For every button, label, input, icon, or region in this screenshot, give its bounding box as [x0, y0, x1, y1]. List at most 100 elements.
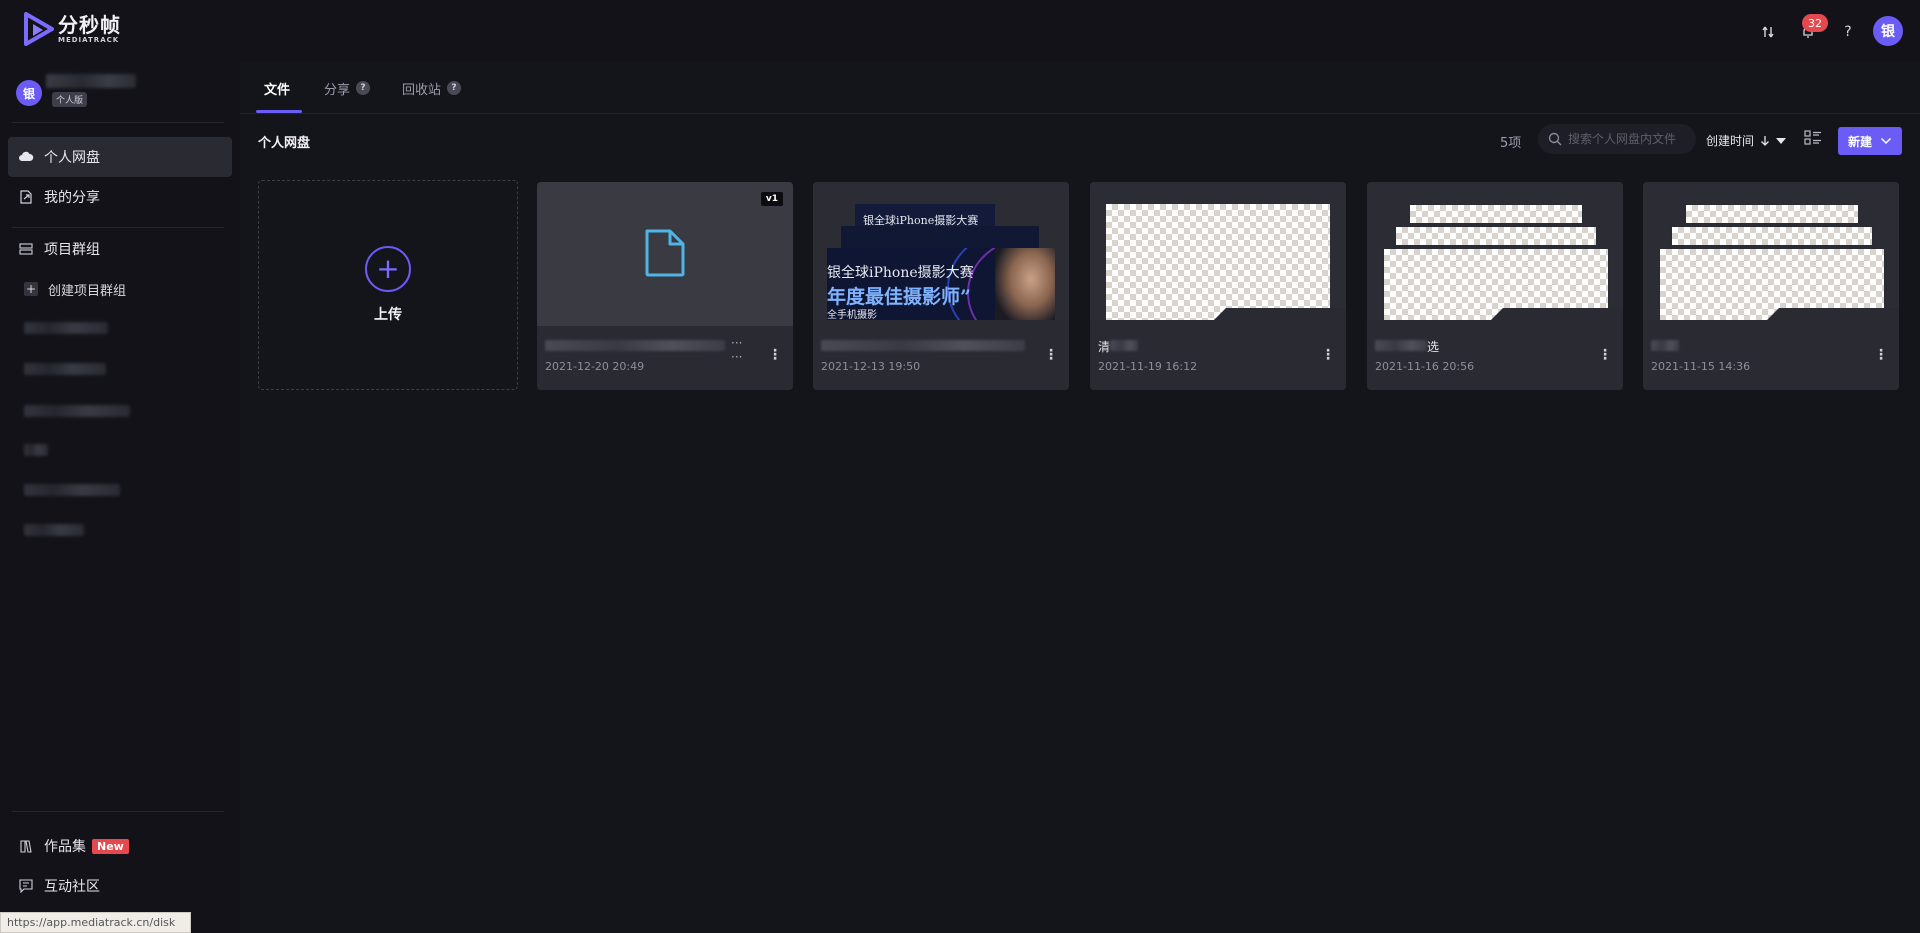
document-icon [645, 229, 685, 277]
status-bar-url: https://app.mediatrack.cn/disk [0, 912, 191, 933]
sidebar-item-portfolio[interactable]: 作品集 New [8, 826, 232, 866]
file-thumbnail [1643, 182, 1899, 326]
divider [12, 811, 224, 812]
item-count: 5项 [1500, 136, 1522, 151]
file-name [821, 338, 1025, 352]
search-input[interactable] [1568, 132, 1678, 146]
sort-label: 创建时间 [1706, 134, 1755, 148]
sidebar-item-project-groups[interactable]: 项目群组 [8, 229, 232, 269]
breadcrumb: 个人网盘 [258, 136, 311, 151]
poster-headline: 银全球iPhone摄影大赛 [827, 265, 974, 281]
sidebar-item-label: 个人网盘 [44, 150, 100, 166]
user-name-redacted [46, 74, 136, 88]
thumb-notch [1090, 308, 1346, 326]
share-icon [18, 189, 34, 205]
cloud-icon [18, 149, 34, 165]
app-logo[interactable]: 分秒帧 MEDIATRACK [24, 12, 121, 46]
file-card[interactable]: 2021-11-15 14:36 ⋮ [1643, 182, 1899, 390]
group-item-redacted[interactable] [24, 363, 106, 375]
top-bar: 分秒帧 MEDIATRACK 32 ? 银 [0, 0, 1920, 62]
sidebar-item-community[interactable]: 互动社区 [8, 866, 232, 906]
tab-label: 分享 [324, 82, 351, 98]
group-item-redacted[interactable] [24, 444, 48, 456]
group-item-redacted[interactable] [24, 524, 84, 536]
sidebar-item-my-shares[interactable]: 我的分享 [8, 177, 232, 217]
stack-sheet-middle [1671, 226, 1873, 246]
help-icon[interactable]: ? [1836, 20, 1860, 44]
file-name-suffix: 选 [1427, 340, 1440, 354]
file-name-redacted [545, 340, 725, 351]
tab-recycle-bin[interactable]: 回收站 ? [402, 62, 462, 114]
group-icon [18, 241, 34, 257]
community-icon [18, 878, 34, 894]
sidebar-item-label: 作品集 [44, 839, 86, 855]
toolbar: 个人网盘 5项 创建时间 新建 [240, 114, 1920, 168]
avatar[interactable]: 银 [1873, 16, 1903, 46]
stack-sheet-back [1409, 204, 1583, 224]
help-icon[interactable]: ? [447, 81, 462, 95]
user-avatar: 银 [16, 80, 42, 106]
search-box[interactable] [1538, 124, 1696, 154]
sort-dropdown[interactable]: 创建时间 [1706, 132, 1787, 149]
portfolio-icon [18, 838, 34, 854]
more-menu-icon[interactable]: ⋮ [767, 346, 783, 364]
file-card[interactable]: v1 ··· ··· 2021-12-20 20:49 ⋮ [537, 182, 793, 390]
group-item-redacted[interactable] [24, 484, 120, 496]
tab-files[interactable]: 文件 [264, 62, 290, 114]
upload-card[interactable]: + 上传 [258, 180, 518, 390]
search-icon [1548, 132, 1562, 146]
group-item-redacted[interactable] [24, 322, 108, 334]
file-card[interactable]: 银全球iPhone摄影大赛 银全球iPhone摄影大赛 年度最佳摄影师” 全手机… [813, 182, 1069, 390]
file-name: ··· ··· [545, 336, 745, 364]
file-card[interactable]: 清 2021-11-19 16:12 ⋮ [1090, 182, 1346, 390]
sidebar: 银 个人版 个人网盘 我的分享 项目群组 + 创建项目群组 作品集 New 互动… [0, 62, 240, 933]
file-card-footer: 清 2021-11-19 16:12 ⋮ [1090, 326, 1346, 390]
file-date: 2021-12-13 19:50 [821, 360, 921, 373]
file-card-footer: ··· ··· 2021-12-20 20:49 ⋮ [537, 326, 793, 390]
stack-sheet-middle [1395, 226, 1597, 246]
create-group-label: 创建项目群组 [48, 283, 127, 299]
list-view-icon[interactable] [1804, 130, 1824, 150]
upload-label: 上传 [374, 307, 402, 323]
ellipsis-icon: ··· ··· [731, 336, 743, 364]
file-card[interactable]: 选 2021-11-16 20:56 ⋮ [1367, 182, 1623, 390]
user-profile[interactable]: 银 个人版 [16, 74, 136, 107]
logo-mark-icon [24, 12, 54, 46]
more-menu-icon[interactable]: ⋮ [1873, 346, 1889, 364]
file-name-redacted [1110, 340, 1138, 351]
sidebar-item-label: 我的分享 [44, 190, 100, 206]
new-button[interactable]: 新建 [1838, 127, 1902, 155]
transfer-icon[interactable] [1756, 20, 1780, 44]
help-icon[interactable]: ? [356, 81, 371, 95]
thumb-notch [813, 320, 1069, 326]
logo-subtitle: MEDIATRACK [58, 35, 120, 44]
file-name-prefix: 清 [1098, 340, 1111, 354]
more-menu-icon[interactable]: ⋮ [1320, 346, 1336, 364]
plus-circle-icon: + [365, 246, 411, 292]
tab-share[interactable]: 分享 ? [324, 62, 371, 114]
active-tab-indicator [256, 110, 302, 113]
more-menu-icon[interactable]: ⋮ [1597, 346, 1613, 364]
group-item-redacted[interactable] [24, 405, 130, 417]
poster-subheadline: 年度最佳摄影师” [827, 286, 971, 308]
more-menu-icon[interactable]: ⋮ [1043, 346, 1059, 364]
tab-label: 文件 [264, 82, 291, 98]
new-button-label: 新建 [1847, 134, 1872, 149]
caret-down-icon [1776, 137, 1787, 144]
file-thumbnail [1090, 182, 1346, 326]
file-name-redacted [1651, 340, 1679, 351]
create-group-button[interactable]: + 创建项目群组 [24, 278, 126, 300]
stack-sheet-back [1685, 204, 1859, 224]
plan-badge: 个人版 [52, 92, 88, 107]
file-date: 2021-11-15 14:36 [1651, 360, 1751, 373]
version-badge: v1 [760, 192, 783, 206]
file-name [1651, 338, 1851, 352]
file-date: 2021-11-16 20:56 [1375, 360, 1475, 373]
sidebar-item-label: 项目群组 [44, 242, 100, 258]
file-card-footer: 2021-12-13 19:50 ⋮ [813, 326, 1069, 390]
arrow-down-icon [1761, 135, 1769, 146]
new-badge: New [92, 838, 129, 854]
chevron-down-icon [1880, 137, 1892, 145]
sidebar-item-personal-disk[interactable]: 个人网盘 [8, 137, 232, 177]
file-name-redacted [821, 340, 1025, 351]
